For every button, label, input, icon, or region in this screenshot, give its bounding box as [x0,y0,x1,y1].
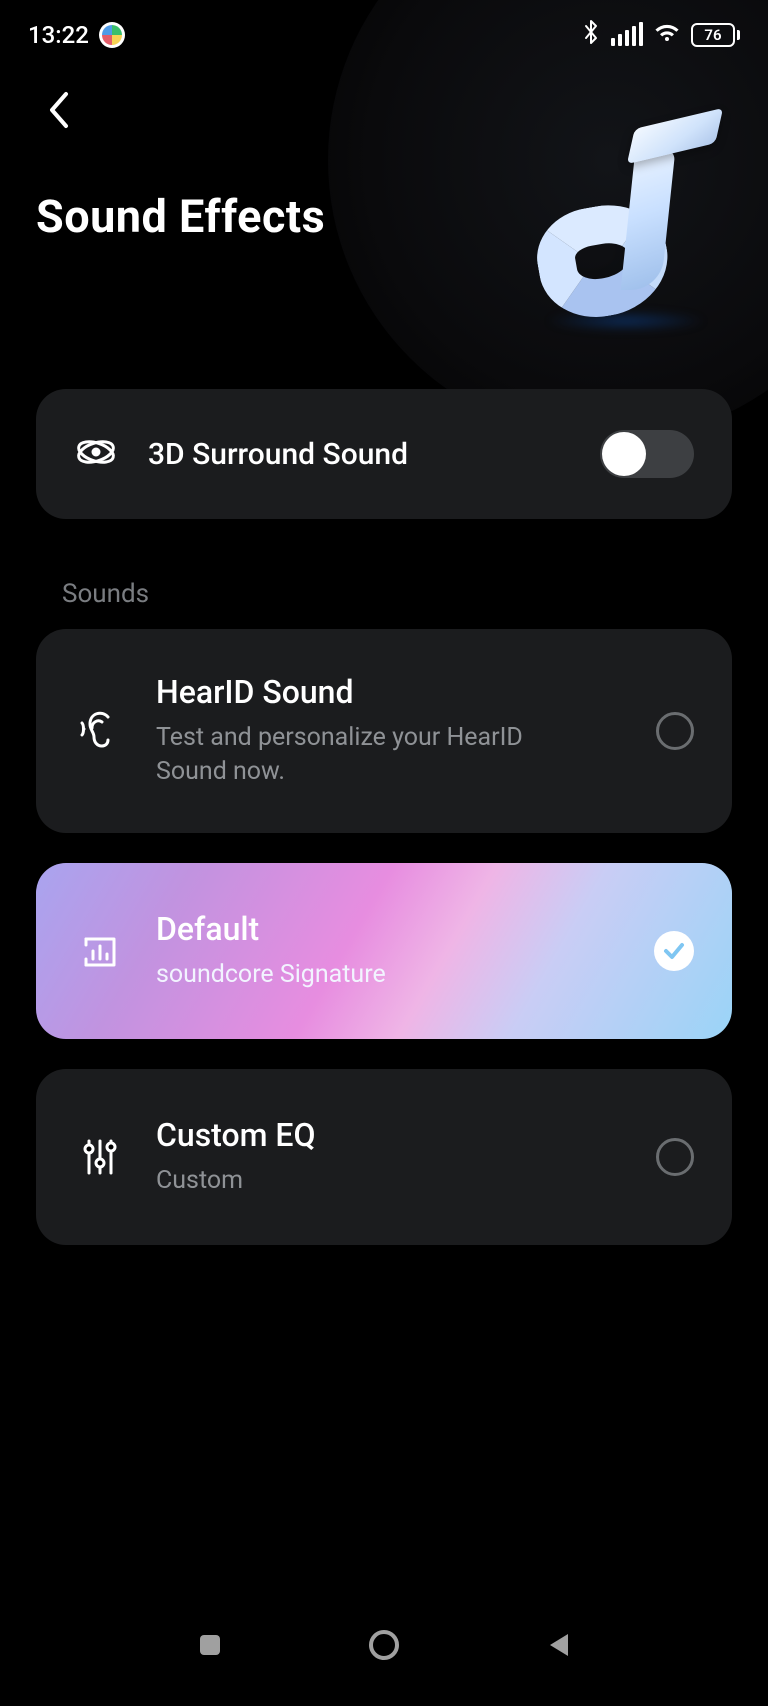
triangle-left-icon [546,1631,572,1659]
battery-level: 76 [704,28,721,43]
cellular-icon [611,24,643,46]
bluetooth-icon [581,19,601,51]
radio-unselected[interactable] [656,712,694,750]
page-title: Sound Effects [36,190,732,243]
sounds-section-label: Sounds [62,579,728,609]
status-time: 13:22 [28,21,89,49]
option-subtitle: soundcore Signature [156,958,576,992]
surround-sound-label: 3D Surround Sound [148,437,570,472]
system-nav-bar [0,1610,768,1680]
nav-home-button[interactable] [359,1620,409,1670]
radio-selected[interactable] [654,931,694,971]
option-subtitle: Test and personalize your HearID Sound n… [156,721,576,789]
ear-icon [74,707,126,755]
nav-back-button[interactable] [534,1620,584,1670]
option-title: HearID Sound [156,673,626,711]
nav-recent-button[interactable] [185,1620,235,1670]
battery-indicator: 76 [691,23,740,47]
option-title: Custom EQ [156,1116,626,1154]
surround-sound-toggle[interactable] [600,430,694,478]
check-icon [662,939,686,963]
autofill-icon [99,22,125,48]
status-bar: 13:22 76 [0,0,768,60]
sliders-icon [74,1135,126,1179]
status-right: 76 [581,19,740,51]
equalizer-icon [74,931,126,971]
status-left: 13:22 [28,21,125,49]
wifi-icon [653,21,681,49]
option-subtitle: Custom [156,1164,576,1198]
square-icon [197,1632,223,1658]
toggle-knob [602,432,646,476]
radio-unselected[interactable] [656,1138,694,1176]
surround-sound-card[interactable]: 3D Surround Sound [36,389,732,519]
back-button[interactable] [36,88,80,132]
option-title: Default [156,910,624,948]
option-hearid-sound[interactable]: HearID Sound Test and personalize your H… [36,629,732,833]
circle-icon [367,1628,401,1662]
surround-icon [74,432,118,476]
option-custom-eq[interactable]: Custom EQ Custom [36,1069,732,1245]
option-default[interactable]: Default soundcore Signature [36,863,732,1039]
chevron-left-icon [46,90,70,130]
